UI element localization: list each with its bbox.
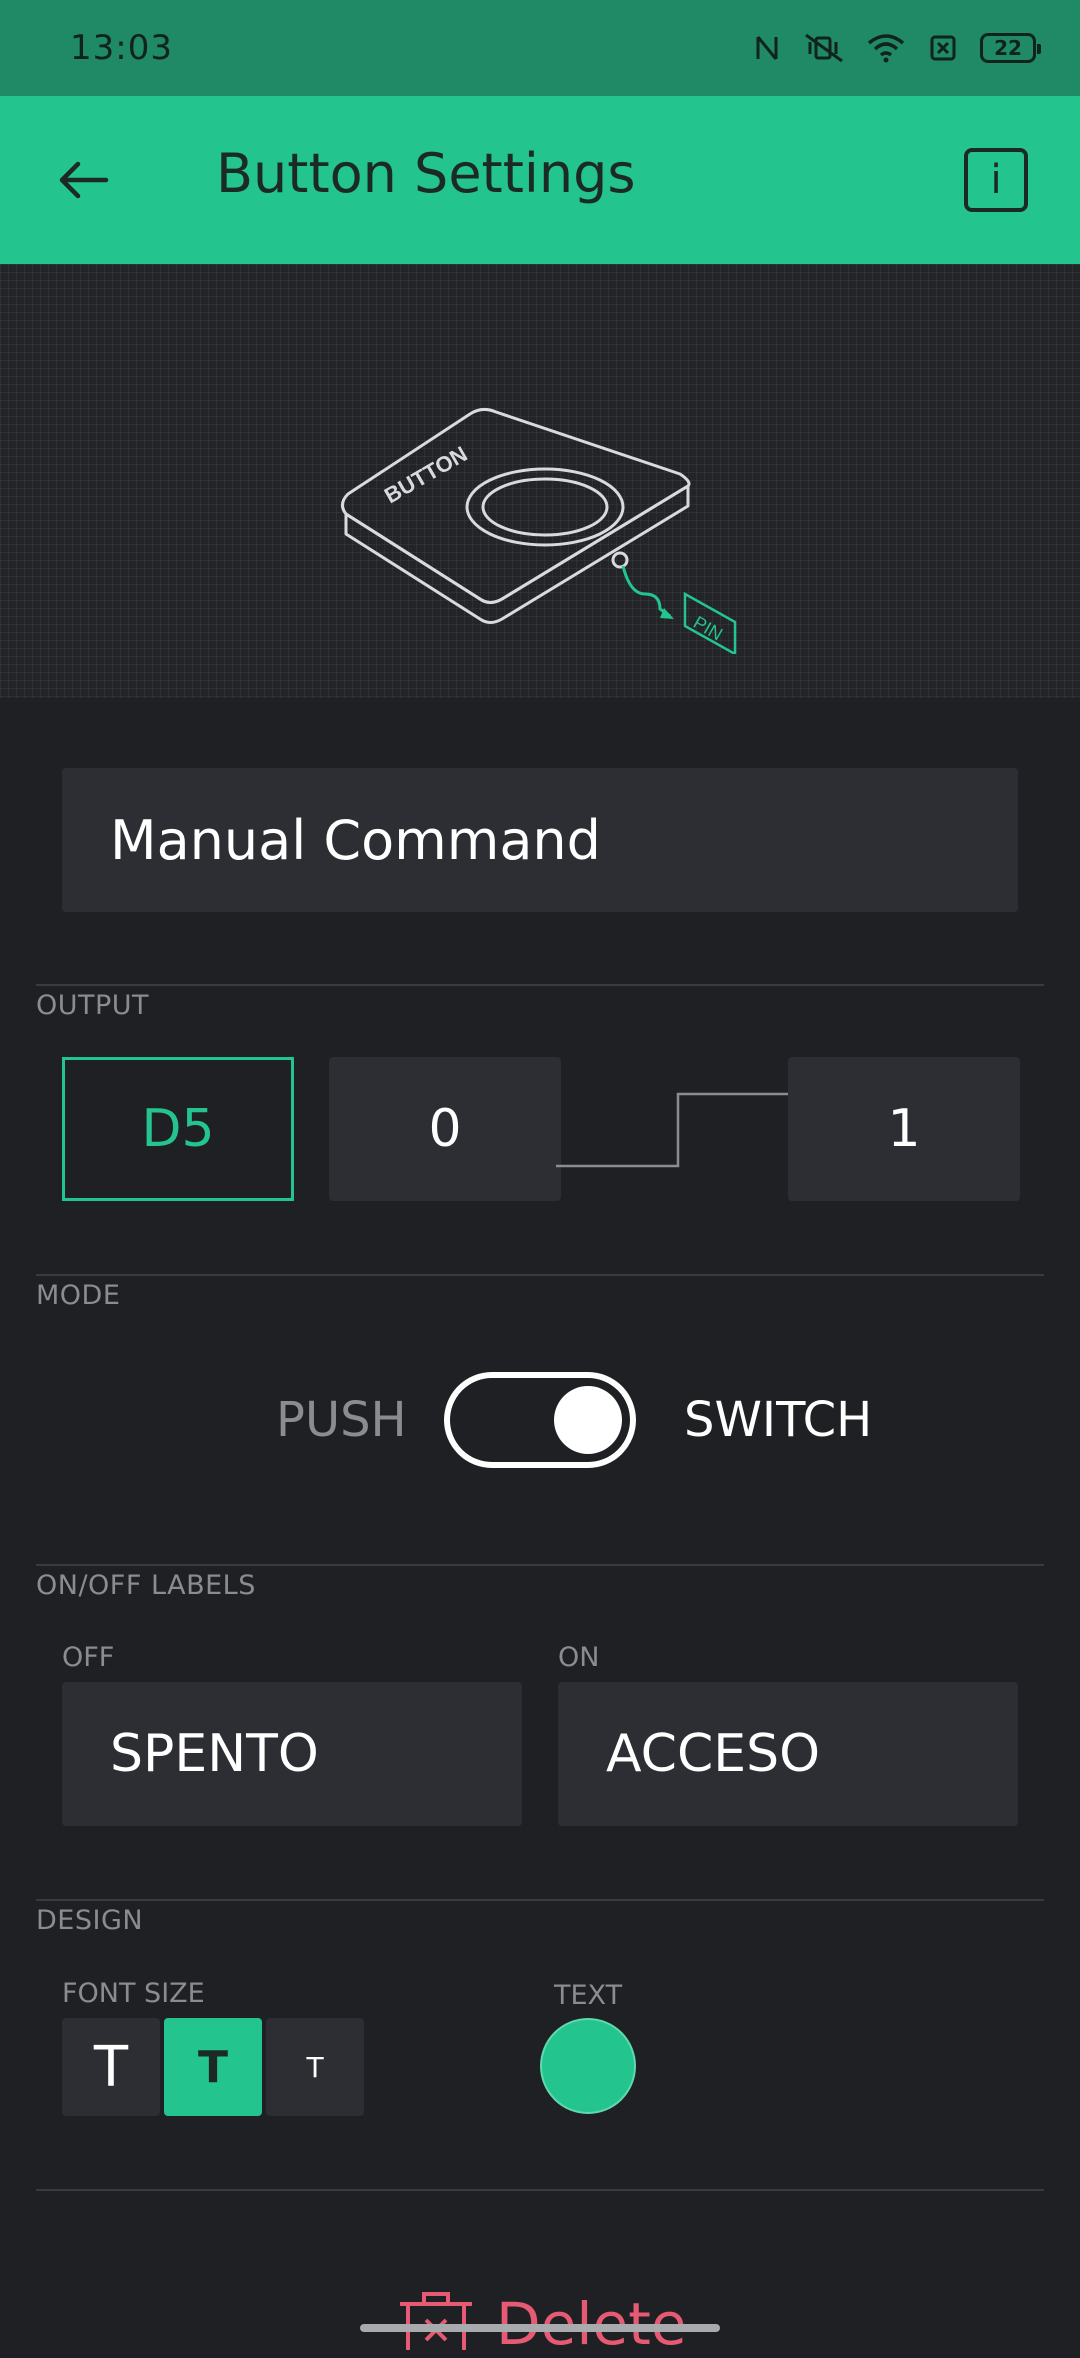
output-low-value-input[interactable]: 0: [329, 1057, 561, 1201]
trash-icon: [400, 2292, 472, 2350]
font-size-selector: T T T: [62, 2018, 364, 2116]
sim-off-icon: [928, 33, 958, 63]
text-color-picker[interactable]: [540, 2018, 636, 2114]
divider: [36, 984, 1044, 986]
status-icons: 22: [752, 33, 1041, 63]
svg-text:PIN: PIN: [690, 612, 726, 644]
divider: [36, 2189, 1044, 2191]
section-label-onoff: ON/OFF LABELS: [36, 1570, 256, 1601]
app-bar: Button Settings i: [0, 96, 1080, 264]
pin-tag: PIN: [683, 591, 737, 654]
device-label: BUTTON: [380, 441, 472, 508]
off-caption: OFF: [62, 1642, 115, 1673]
back-button[interactable]: [52, 148, 116, 212]
home-indicator[interactable]: [360, 2324, 720, 2332]
on-label-input[interactable]: ACCESO: [558, 1682, 1018, 1826]
off-label-input[interactable]: SPENTO: [62, 1682, 522, 1826]
status-bar: 13:03 22: [0, 0, 1080, 96]
widget-name-input[interactable]: Manual Command: [62, 768, 1018, 912]
arrow-left-icon: [59, 161, 109, 199]
font-size-medium-button[interactable]: T: [164, 2018, 262, 2116]
font-size-small-button[interactable]: T: [266, 2018, 364, 2116]
mode-toggle[interactable]: [444, 1372, 636, 1468]
divider: [36, 1564, 1044, 1566]
page-title: Button Settings: [216, 142, 636, 205]
mode-switch-label[interactable]: SWITCH: [684, 1392, 872, 1448]
info-button[interactable]: i: [964, 148, 1028, 212]
section-label-output: OUTPUT: [36, 990, 150, 1021]
divider: [36, 1274, 1044, 1276]
vibrate-off-icon: [804, 33, 844, 63]
nfc-icon: [752, 33, 782, 63]
on-caption: ON: [558, 1642, 600, 1673]
output-high-value-input[interactable]: 1: [788, 1057, 1020, 1201]
toggle-knob: [554, 1386, 622, 1454]
button-device-illustration: BUTTON PIN: [341, 407, 737, 654]
pin-select-button[interactable]: D5: [62, 1057, 294, 1201]
battery-icon: 22: [980, 33, 1041, 63]
text-color-caption: TEXT: [554, 1980, 623, 2011]
mode-selector: PUSH SWITCH: [0, 1370, 1080, 1470]
status-time: 13:03: [70, 28, 173, 68]
signal-step-icon: [556, 1092, 788, 1168]
divider: [36, 1899, 1044, 1901]
mode-push-label[interactable]: PUSH: [276, 1392, 407, 1448]
wifi-icon: [866, 33, 906, 63]
section-label-design: DESIGN: [36, 1905, 144, 1936]
font-size-caption: FONT SIZE: [62, 1978, 205, 2009]
section-label-mode: MODE: [36, 1280, 121, 1311]
font-size-large-button[interactable]: T: [62, 2018, 160, 2116]
widget-illustration: BUTTON PIN: [0, 264, 1080, 698]
